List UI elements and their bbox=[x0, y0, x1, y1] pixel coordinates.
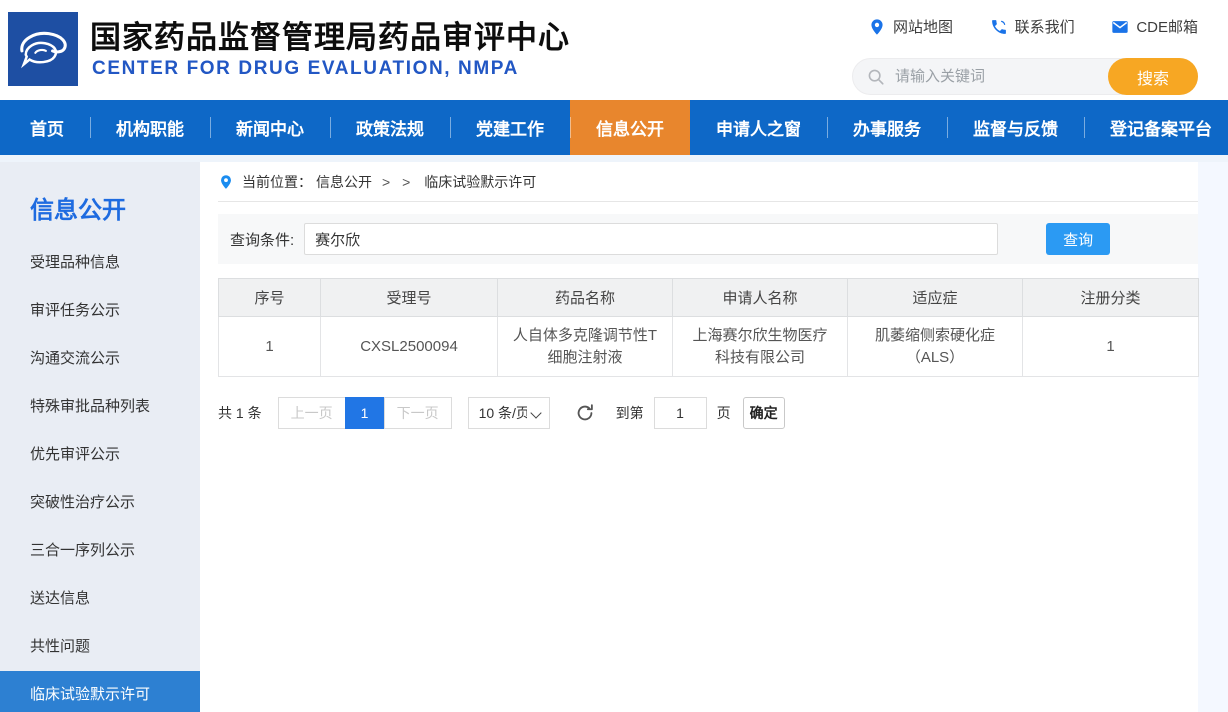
sidebar-item-communication[interactable]: 沟通交流公示 bbox=[0, 335, 200, 383]
search-button[interactable]: 搜索 bbox=[1108, 58, 1198, 95]
location-pin-icon bbox=[871, 18, 883, 35]
mail-icon bbox=[1112, 20, 1128, 33]
query-bar: 查询条件: 查询 bbox=[218, 214, 1198, 264]
cde-logo bbox=[8, 12, 78, 86]
pagination: 共 1 条 上一页 1 下一页 10 条/页 到第 页 确定 bbox=[218, 397, 1198, 429]
search-icon bbox=[868, 69, 884, 85]
cell-applicant: 上海赛尔欣生物医疗科技有限公司 bbox=[672, 316, 848, 377]
cell-drug-name: 人自体多克隆调节性T细胞注射液 bbox=[497, 316, 673, 377]
nav-item-services[interactable]: 办事服务 bbox=[827, 100, 947, 155]
query-button[interactable]: 查询 bbox=[1046, 223, 1111, 255]
breadcrumb: 当前位置： 信息公开 > > 临床试验默示许可 bbox=[218, 162, 1198, 202]
goto-label: 到第 bbox=[615, 405, 644, 421]
cell-indication: 肌萎缩侧索硬化症（ALS） bbox=[847, 316, 1023, 377]
table-header-row: 序号 受理号 药品名称 申请人名称 适应症 注册分类 bbox=[218, 278, 1199, 317]
query-input[interactable] bbox=[304, 223, 999, 255]
nav-bottom-strip bbox=[0, 155, 1228, 162]
col-header-applicant: 申请人名称 bbox=[672, 278, 848, 317]
mailbox-link-label: CDE邮箱 bbox=[1136, 19, 1198, 36]
breadcrumb-section[interactable]: 信息公开 bbox=[316, 172, 372, 192]
contact-link[interactable]: 联系我们 bbox=[990, 16, 1075, 37]
sidebar-item-breakthrough-therapy[interactable]: 突破性治疗公示 bbox=[0, 479, 200, 527]
page: 国家药品监督管理局药品审评中心 CENTER FOR DRUG EVALUATI… bbox=[0, 0, 1228, 712]
nav-item-party[interactable]: 党建工作 bbox=[450, 100, 570, 155]
total-count: 共 1 条 bbox=[218, 405, 262, 421]
sitemap-link[interactable]: 网站地图 bbox=[868, 16, 953, 37]
site-search: 搜索 bbox=[852, 58, 1198, 95]
cell-index: 1 bbox=[218, 316, 321, 377]
breadcrumb-current: 临床试验默示许可 bbox=[424, 173, 537, 190]
refresh-icon[interactable] bbox=[574, 402, 596, 424]
breadcrumb-label: 当前位置： bbox=[242, 173, 312, 190]
sidebar: 信息公开 受理品种信息 审评任务公示 沟通交流公示 特殊审批品种列表 优先审评公… bbox=[0, 162, 200, 712]
breadcrumb-separator: > > bbox=[382, 173, 415, 190]
sidebar-title: 信息公开 bbox=[30, 197, 126, 224]
col-header-index: 序号 bbox=[218, 278, 321, 317]
cell-registration-class: 1 bbox=[1022, 316, 1199, 377]
sidebar-item-delivery-info[interactable]: 送达信息 bbox=[0, 575, 200, 623]
query-label: 查询条件: bbox=[230, 231, 295, 249]
main-nav: 首页 机构职能 新闻中心 政策法规 党建工作 信息公开 申请人之窗 办事服务 监… bbox=[0, 100, 1228, 155]
right-margin-strip bbox=[1198, 162, 1228, 712]
table-row: 1 CXSL2500094 人自体多克隆调节性T细胞注射液 上海赛尔欣生物医疗科… bbox=[218, 316, 1199, 377]
sidebar-item-accepted-varieties[interactable]: 受理品种信息 bbox=[0, 239, 200, 287]
breadcrumb-pin-icon bbox=[221, 174, 231, 189]
col-header-acceptance-no: 受理号 bbox=[320, 278, 498, 317]
page-word: 页 bbox=[716, 405, 731, 421]
sidebar-item-three-in-one[interactable]: 三合一序列公示 bbox=[0, 527, 200, 575]
site-subtitle: CENTER FOR DRUG EVALUATION, NMPA bbox=[92, 58, 519, 79]
col-header-drug-name: 药品名称 bbox=[497, 278, 673, 317]
site-title: 国家药品监督管理局药品审评中心 bbox=[90, 20, 570, 55]
sidebar-item-priority-review[interactable]: 优先审评公示 bbox=[0, 431, 200, 479]
results-table: 序号 受理号 药品名称 申请人名称 适应症 注册分类 1 CXSL2500094… bbox=[218, 278, 1199, 377]
cell-acceptance-no: CXSL2500094 bbox=[320, 316, 498, 377]
nav-item-functions[interactable]: 机构职能 bbox=[90, 100, 210, 155]
page-buttons: 上一页 1 下一页 bbox=[277, 397, 452, 429]
search-input[interactable] bbox=[885, 68, 1108, 85]
nav-item-registration-platform[interactable]: 登记备案平台 bbox=[1084, 100, 1228, 155]
prev-page-button[interactable]: 上一页 bbox=[277, 397, 346, 429]
goto-page-input[interactable] bbox=[653, 397, 707, 429]
sidebar-item-common-issues[interactable]: 共性问题 bbox=[0, 623, 200, 671]
top-links: 网站地图 联系我们 CDE邮箱 bbox=[868, 16, 1198, 37]
page-size-wrap: 10 条/页 bbox=[467, 397, 550, 429]
main-content: 当前位置：信息公开 > > 临床试验默示许可 查询条件: 查询 序号 受理号 药… bbox=[218, 162, 1199, 429]
next-page-button[interactable]: 下一页 bbox=[383, 397, 452, 429]
sidebar-item-review-tasks[interactable]: 审评任务公示 bbox=[0, 287, 200, 335]
page-number-button[interactable]: 1 bbox=[344, 397, 385, 429]
confirm-button[interactable]: 确定 bbox=[742, 397, 785, 429]
nav-item-news[interactable]: 新闻中心 bbox=[210, 100, 330, 155]
phone-icon bbox=[991, 19, 1006, 34]
contact-link-label: 联系我们 bbox=[1014, 19, 1075, 36]
sitemap-link-label: 网站地图 bbox=[893, 19, 954, 36]
nav-item-applicant-window[interactable]: 申请人之窗 bbox=[690, 100, 827, 155]
sidebar-item-clinical-trial-implied-license[interactable]: 临床试验默示许可 bbox=[0, 671, 200, 712]
mailbox-link[interactable]: CDE邮箱 bbox=[1111, 16, 1198, 37]
nav-item-info-disclosure[interactable]: 信息公开 bbox=[570, 100, 690, 155]
nav-item-home[interactable]: 首页 bbox=[4, 100, 90, 155]
sidebar-item-special-approval[interactable]: 特殊审批品种列表 bbox=[0, 383, 200, 431]
page-size-select[interactable]: 10 条/页 bbox=[467, 397, 550, 429]
col-header-registration-class: 注册分类 bbox=[1022, 278, 1199, 317]
cde-logo-icon bbox=[20, 31, 67, 69]
nav-item-supervision[interactable]: 监督与反馈 bbox=[947, 100, 1084, 155]
col-header-indication: 适应症 bbox=[847, 278, 1023, 317]
site-header: 国家药品监督管理局药品审评中心 CENTER FOR DRUG EVALUATI… bbox=[0, 0, 1228, 100]
nav-item-policies[interactable]: 政策法规 bbox=[330, 100, 450, 155]
